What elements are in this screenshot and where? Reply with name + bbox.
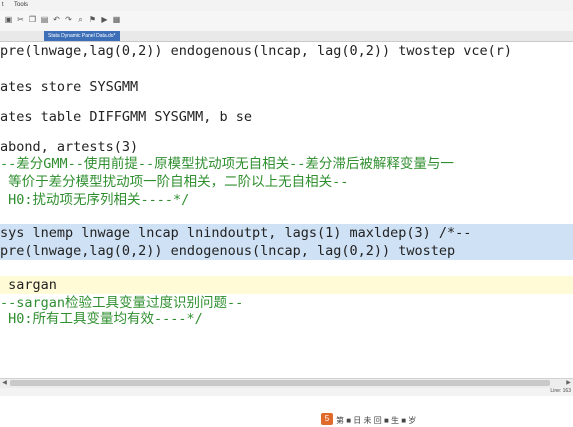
save-icon[interactable]: ▣	[4, 15, 13, 24]
toolbar: ▣ ✂ ❐ ▤ ↶ ↷ ⌕ ⚑ ▶ ▦	[0, 11, 573, 32]
comment-line[interactable]: H0:所有工具变量均有效----*/	[0, 310, 573, 328]
scrollbar-thumb[interactable]	[10, 380, 550, 386]
current-code-line[interactable]: sargan	[0, 276, 573, 294]
tab-strip: Stata Dynamic Panel Data.do*	[0, 31, 573, 42]
cut-icon[interactable]: ✂	[16, 15, 25, 24]
run-icon[interactable]: ▶	[100, 15, 109, 24]
paste-icon[interactable]: ▤	[40, 15, 49, 24]
code-line[interactable]: abond, artests(3)	[0, 138, 573, 156]
code-line[interactable]	[0, 60, 573, 78]
do-icon[interactable]: ▦	[112, 15, 121, 24]
bookmark-icon[interactable]: ⚑	[88, 15, 97, 24]
status-bar: Line: 163	[0, 388, 573, 396]
line-position: Line: 163	[550, 388, 571, 394]
selected-code-line[interactable]: sys lnemp lnwage lncap lnindoutpt, lags(…	[0, 224, 573, 242]
menu-bar: t Tools	[0, 0, 573, 11]
tab-do-file[interactable]: Stata Dynamic Panel Data.do*	[44, 31, 120, 41]
find-icon[interactable]: ⌕	[76, 15, 85, 24]
copy-icon[interactable]: ❐	[28, 15, 37, 24]
watermark-logo-icon: 5	[321, 413, 333, 425]
scroll-right-icon[interactable]: ▶	[564, 379, 573, 388]
selected-code-line[interactable]: pre(lnwage,lag(0,2)) endogenous(lncap, l…	[0, 242, 573, 260]
menu-item-file[interactable]: t	[2, 2, 4, 8]
code-line[interactable]: ates store SYSGMM	[0, 78, 573, 96]
watermark-area: 5 第 ■ 日 未 回 ■ 生 ■ 岁	[0, 396, 573, 427]
scroll-left-icon[interactable]: ◀	[0, 379, 9, 388]
comment-line[interactable]: H0:扰动项无序列相关----*/	[0, 191, 573, 209]
menu-item-tools[interactable]: Tools	[14, 2, 28, 8]
code-line[interactable]: ates table DIFFGMM SYSGMM, b se	[0, 108, 573, 126]
undo-icon[interactable]: ↶	[52, 15, 61, 24]
watermark-text: 第 ■ 日 未 回 ■ 生 ■ 岁	[336, 416, 417, 425]
comment-line[interactable]: 等价于差分模型扰动项一阶自相关，二阶以上无自相关--	[0, 173, 573, 191]
redo-icon[interactable]: ↷	[64, 15, 73, 24]
comment-line[interactable]: --差分GMM--使用前提--原模型扰动项无自相关--差分滞后被解释变量与一	[0, 155, 573, 173]
code-line[interactable]: pre(lnwage,lag(0,2)) endogenous(lncap, l…	[0, 42, 573, 60]
code-editor[interactable]: pre(lnwage,lag(0,2)) endogenous(lncap, l…	[0, 42, 573, 372]
